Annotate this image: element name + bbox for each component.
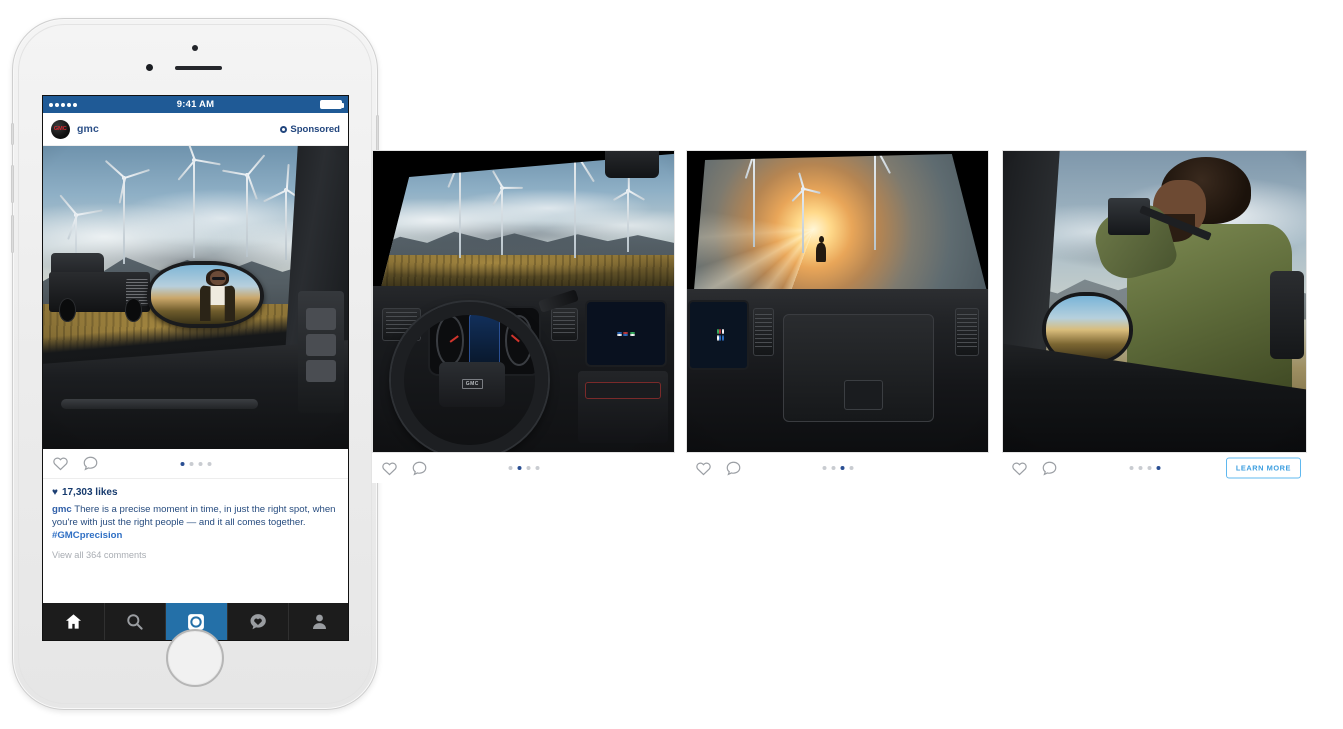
front-camera-icon — [192, 45, 198, 51]
sponsored-label-group[interactable]: Sponsored — [280, 124, 340, 135]
avatar[interactable]: GMC — [51, 119, 70, 139]
carousel-dots[interactable] — [180, 461, 211, 466]
carousel-dots[interactable] — [1129, 466, 1161, 470]
iphone-device-frame: 9:41 AM GMC gmc Sponsored ♥ 17,303 likes… — [11, 18, 379, 710]
heart-outline-icon[interactable] — [381, 460, 398, 477]
status-bar: 9:41 AM — [43, 96, 348, 113]
comment-bubble-icon[interactable] — [411, 460, 428, 477]
panel-passenger-dash — [686, 150, 989, 483]
info-circle-icon — [280, 125, 288, 133]
person-icon — [313, 614, 327, 629]
heart-outline-icon[interactable] — [52, 455, 69, 472]
heart-bubble-icon — [250, 613, 266, 629]
scene-cockpit: GMC — [373, 151, 674, 452]
screenshot-canvas: 9:41 AM GMC gmc Sponsored ♥ 17,303 likes… — [0, 0, 1343, 729]
search-tab[interactable] — [105, 603, 167, 640]
carousel-dots[interactable] — [508, 466, 539, 470]
home-tab[interactable] — [43, 603, 105, 640]
home-button[interactable] — [166, 629, 224, 687]
sponsored-label: Sponsored — [290, 123, 340, 135]
volume-up-button[interactable] — [11, 165, 14, 203]
learn-more-button[interactable]: LEARN MORE — [1225, 457, 1301, 479]
view-comments-link[interactable]: View all 364 comments — [52, 550, 339, 560]
image-vignette — [1003, 151, 1306, 452]
comment-bubble-icon[interactable] — [725, 460, 742, 477]
panel-action-bar — [686, 453, 989, 483]
profile-tab[interactable] — [289, 603, 348, 640]
caption-body: There is a precise moment in time, in ju… — [52, 504, 336, 529]
carousel-dots[interactable] — [822, 466, 853, 470]
scene-sunset-dash — [687, 151, 988, 452]
panel-cockpit: GMC — [372, 150, 675, 483]
caption-text: gmc There is a precise moment in time, i… — [52, 503, 339, 543]
phone-screen: 9:41 AM GMC gmc Sponsored ♥ 17,303 likes… — [42, 95, 349, 641]
gmc-logo-text: GMC — [54, 125, 67, 133]
home-icon — [65, 614, 81, 629]
volume-down-button[interactable] — [11, 215, 14, 253]
post-action-bar — [43, 449, 348, 479]
panel-photographer: LEARN MORE — [1002, 150, 1307, 483]
search-icon — [127, 614, 144, 630]
panel-image-cockpit[interactable]: GMC — [372, 150, 675, 453]
scene-door-mirror — [43, 146, 348, 449]
like-count-label: 17,303 likes — [61, 487, 118, 498]
silent-switch[interactable] — [11, 123, 14, 145]
panel-image-passenger-dash[interactable] — [686, 150, 989, 453]
status-bar-clock: 9:41 AM — [176, 99, 215, 110]
battery-full-icon — [320, 100, 344, 109]
heart-outline-icon[interactable] — [1011, 460, 1028, 477]
caption-username[interactable]: gmc — [52, 504, 72, 515]
like-count-row: ♥ 17,303 likes — [52, 487, 339, 498]
earpiece-speaker — [175, 66, 222, 70]
post-image-door-mirror[interactable] — [43, 146, 348, 449]
image-vignette — [687, 151, 988, 452]
heart-filled-icon: ♥ — [52, 486, 58, 498]
panel-image-photographer[interactable] — [1002, 150, 1307, 453]
heart-outline-icon[interactable] — [695, 460, 712, 477]
post-header: GMC gmc Sponsored — [43, 113, 348, 146]
proximity-sensor-icon — [146, 64, 153, 71]
panel-action-bar — [372, 453, 675, 483]
scene-photographer — [1003, 151, 1306, 452]
activity-tab[interactable] — [228, 603, 290, 640]
image-vignette — [43, 146, 348, 449]
comment-bubble-icon[interactable] — [1041, 460, 1058, 477]
panel-action-bar: LEARN MORE — [1002, 453, 1307, 483]
comment-bubble-icon[interactable] — [82, 455, 99, 472]
post-caption-area: ♥ 17,303 likes gmc There is a precise mo… — [43, 479, 348, 560]
caption-hashtag[interactable]: #GMCprecision — [52, 530, 122, 541]
image-vignette — [373, 151, 674, 452]
post-username[interactable]: gmc — [77, 123, 99, 135]
